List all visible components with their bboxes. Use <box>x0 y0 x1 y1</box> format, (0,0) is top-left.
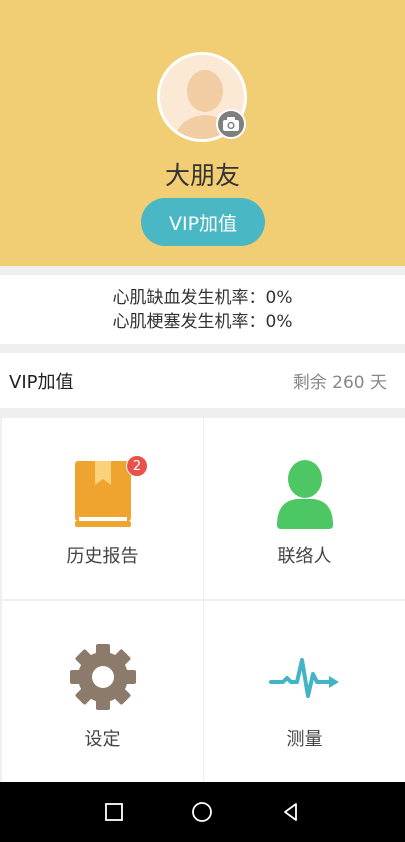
history-report-label: 历史报告 <box>66 546 139 567</box>
user-name: 大朋友 <box>164 161 240 190</box>
settings-tile[interactable]: 设定 <box>2 601 203 782</box>
person-icon <box>204 456 405 532</box>
unread-badge: 2 <box>126 455 148 477</box>
settings-label: 设定 <box>84 729 121 750</box>
vip-remaining-days: 剩余 260 天 <box>292 373 387 393</box>
contacts-label: 联络人 <box>277 546 332 567</box>
measure-label: 测量 <box>286 729 323 750</box>
camera-icon[interactable] <box>216 109 246 139</box>
system-nav-bar <box>0 782 405 842</box>
vip-status-row[interactable]: VIP加值 剩余 260 天 <box>0 353 405 408</box>
measure-tile[interactable]: 测量 <box>204 601 405 782</box>
vip-topup-button[interactable]: VIP加值 <box>141 198 265 246</box>
gear-icon <box>2 639 203 715</box>
menu-grid: 2 历史报告 联络人 设定 测量 <box>0 416 405 782</box>
risk-panel: 心肌缺血发生机率：0% 心肌梗塞发生机率：0% <box>0 275 405 344</box>
report-book-icon <box>2 456 203 532</box>
contacts-tile[interactable]: 联络人 <box>204 418 405 599</box>
ischemia-risk-text: 心肌缺血发生机率：0% <box>112 287 293 308</box>
vip-label: VIP加值 <box>9 371 74 393</box>
infarction-risk-text: 心肌梗塞发生机率：0% <box>112 311 293 332</box>
history-report-tile[interactable]: 2 历史报告 <box>2 418 203 599</box>
home-icon[interactable] <box>187 797 217 827</box>
profile-header: 大朋友 VIP加值 <box>0 30 405 266</box>
heartbeat-icon <box>204 639 405 715</box>
back-icon[interactable] <box>276 797 306 827</box>
status-bar <box>0 0 405 30</box>
recent-apps-icon[interactable] <box>99 797 129 827</box>
